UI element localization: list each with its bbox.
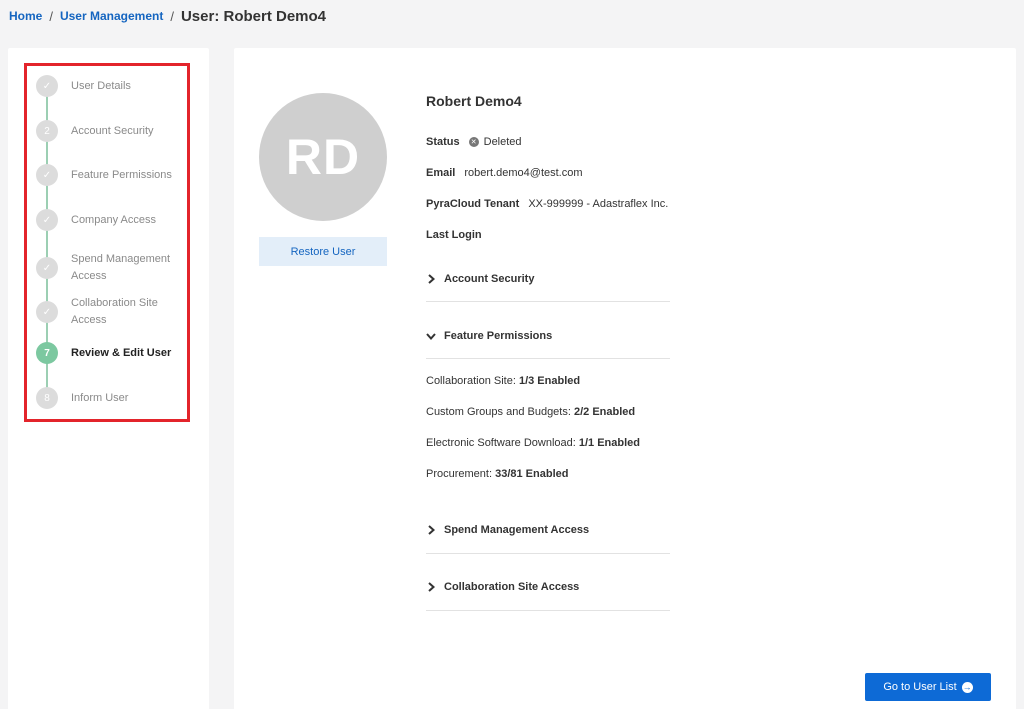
- breadcrumb: Home / User Management / User: Robert De…: [9, 6, 326, 26]
- tenant-label: PyraCloud Tenant: [426, 198, 520, 210]
- permission-value: 1/3 Enabled: [518, 375, 581, 387]
- page-title: User: Robert Demo4: [180, 7, 327, 25]
- email-value: robert.demo4@test.com: [464, 167, 583, 179]
- avatar: RD: [259, 93, 387, 221]
- permission-row: Collaboration Site: 1/3 Enabled: [426, 375, 580, 387]
- status-field: Status ✕ Deleted: [426, 136, 522, 148]
- breadcrumb-separator: /: [170, 8, 174, 24]
- permission-name: Electronic Software Download:: [426, 437, 576, 449]
- deleted-x-icon: ✕: [468, 137, 479, 147]
- permission-name: Custom Groups and Budgets:: [426, 406, 571, 418]
- section-spend-management-access[interactable]: Spend Management Access: [426, 519, 670, 541]
- status-badge: Deleted: [483, 136, 522, 148]
- restore-user-button[interactable]: Restore User: [259, 237, 387, 266]
- arrow-right-circle-icon: →: [961, 681, 973, 693]
- chevron-right-icon: [426, 274, 436, 284]
- last-login-field: Last Login: [426, 229, 491, 241]
- divider: [426, 301, 670, 302]
- tenant-field: PyraCloud Tenant XX-999999 - Adastraflex…: [426, 198, 668, 210]
- permission-row: Custom Groups and Budgets: 2/2 Enabled: [426, 406, 635, 418]
- section-title: Spend Management Access: [444, 524, 590, 536]
- user-name: Robert Demo4: [426, 93, 522, 109]
- chevron-down-icon: [426, 332, 436, 340]
- permission-name: Collaboration Site:: [426, 375, 516, 387]
- section-title: Feature Permissions: [444, 330, 553, 342]
- chevron-right-icon: [426, 582, 436, 592]
- breadcrumb-user-management-link[interactable]: User Management: [60, 9, 163, 23]
- divider: [426, 553, 670, 554]
- divider: [426, 610, 670, 611]
- breadcrumb-separator: /: [49, 8, 53, 24]
- permission-value: 33/81 Enabled: [495, 468, 569, 480]
- email-field: Email robert.demo4@test.com: [426, 167, 583, 179]
- chevron-right-icon: [426, 525, 436, 535]
- email-label: Email: [426, 167, 456, 179]
- section-account-security[interactable]: Account Security: [426, 268, 670, 290]
- permission-value: 2/2 Enabled: [573, 406, 636, 418]
- button-label: Go to User List: [883, 681, 957, 693]
- section-title: Account Security: [444, 273, 535, 285]
- permission-row: Electronic Software Download: 1/1 Enable…: [426, 437, 640, 449]
- breadcrumb-home-link[interactable]: Home: [9, 9, 42, 23]
- section-collaboration-site-access[interactable]: Collaboration Site Access: [426, 576, 670, 598]
- tenant-value: XX-999999 - Adastraflex Inc.: [528, 198, 669, 210]
- annotation-highlight-box: [24, 63, 190, 422]
- permission-name: Procurement:: [426, 468, 493, 480]
- go-to-user-list-button[interactable]: Go to User List →: [865, 673, 991, 701]
- last-login-label: Last Login: [426, 229, 482, 241]
- permission-row: Procurement: 33/81 Enabled: [426, 468, 568, 480]
- section-title: Collaboration Site Access: [444, 581, 580, 593]
- permission-value: 1/1 Enabled: [578, 437, 640, 449]
- status-label: Status: [426, 136, 460, 148]
- section-feature-permissions[interactable]: Feature Permissions: [426, 325, 670, 347]
- divider: [426, 358, 670, 359]
